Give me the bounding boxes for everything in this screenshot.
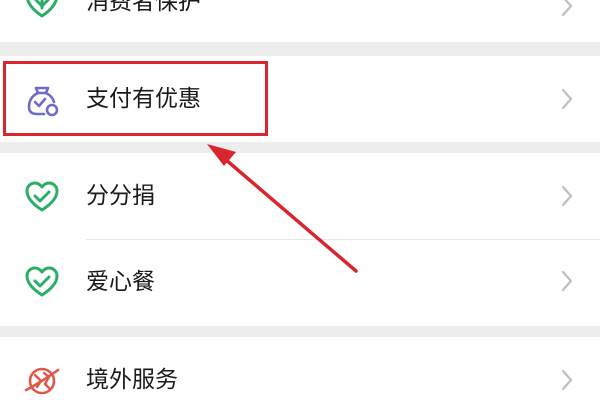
chevron-right-icon — [561, 88, 573, 110]
settings-list-page: 消费者保护 支付有优惠 分分捐 爱心餐 境外服务 — [0, 0, 600, 400]
menu-group-1: 消费者保护 — [0, 0, 600, 42]
heart-shield-icon — [26, 0, 58, 18]
heart-check-icon — [25, 181, 59, 212]
menu-item-label: 分分捐 — [86, 183, 155, 209]
menu-item-label: 爱心餐 — [86, 269, 155, 295]
menu-item-aixincan[interactable]: 爱心餐 — [0, 240, 600, 326]
chevron-right-icon — [561, 270, 573, 292]
menu-item-label: 消费者保护 — [86, 0, 201, 15]
heart-check-icon — [25, 266, 59, 297]
menu-item-overseas-services[interactable]: 境外服务 — [0, 337, 600, 400]
globe-plane-icon — [24, 367, 60, 395]
menu-item-consumer-protection[interactable]: 消费者保护 — [0, 0, 600, 42]
chevron-right-icon — [561, 0, 573, 17]
menu-item-fenfenjuan[interactable]: 分分捐 — [0, 153, 600, 239]
menu-group-4: 境外服务 — [0, 337, 600, 400]
menu-item-label: 境外服务 — [86, 367, 178, 393]
chevron-right-icon — [561, 185, 573, 207]
annotation-highlight-box — [3, 61, 268, 136]
menu-group-3: 分分捐 爱心餐 — [0, 153, 600, 326]
chevron-right-icon — [561, 369, 573, 391]
